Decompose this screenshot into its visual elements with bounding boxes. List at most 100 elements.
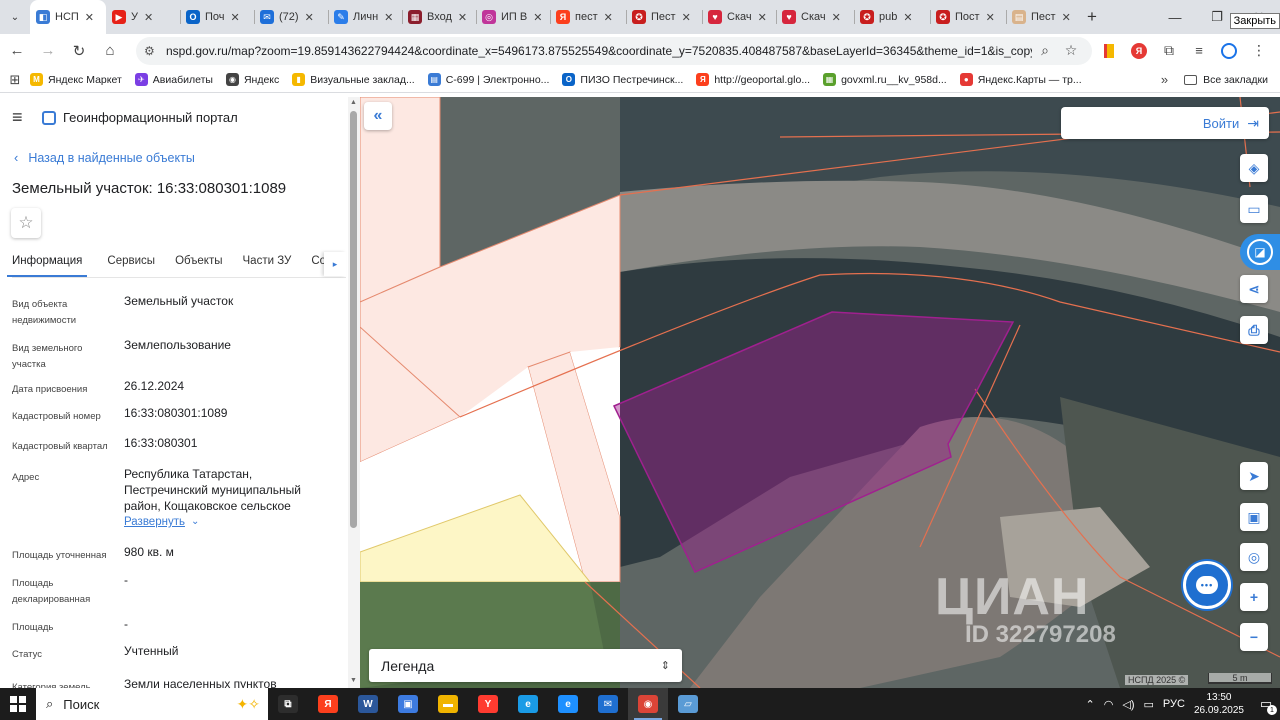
close-tab-icon[interactable]: ✕ — [604, 11, 613, 24]
wifi-icon[interactable]: ◠ — [1104, 698, 1114, 711]
tab-objects[interactable]: Объекты — [175, 252, 222, 277]
taskbar-app-button[interactable]: W — [348, 688, 388, 720]
back-to-results-link[interactable]: ‹ Назад в найденные объекты — [14, 150, 195, 165]
close-tab-icon[interactable]: ✕ — [458, 11, 467, 24]
taskbar-app-button[interactable]: Y — [468, 688, 508, 720]
new-tab-button[interactable]: + — [1078, 0, 1106, 34]
bookmark-item[interactable]: ▦ govxml.ru__kv_958d... — [823, 73, 947, 86]
battery-icon[interactable]: ▭ — [1144, 698, 1154, 711]
measure-button[interactable]: ▭ — [1240, 195, 1268, 223]
tab-parts[interactable]: Части ЗУ — [243, 252, 292, 277]
print-button[interactable]: ⎙ — [1240, 316, 1268, 344]
notifications-button[interactable]: ▭ 1 — [1252, 688, 1280, 720]
taskbar-app-button[interactable]: ⧉ — [268, 688, 308, 720]
site-info-icon[interactable]: ⚙ — [144, 44, 162, 58]
bookmark-item[interactable]: Яhttp://geoportal.glo... — [696, 73, 810, 86]
home-button[interactable]: ⌂ — [96, 37, 124, 65]
close-tab-icon[interactable]: ✕ — [85, 11, 94, 24]
close-tab-icon[interactable]: ✕ — [903, 11, 912, 24]
taskbar-app-button[interactable]: ▱ — [668, 688, 708, 720]
taskbar-app-button[interactable]: ▣ — [388, 688, 428, 720]
start-button[interactable] — [0, 688, 36, 720]
panel-scrollbar[interactable]: ▲ ▼ — [348, 97, 360, 688]
close-tab-icon[interactable]: ✕ — [144, 11, 153, 24]
close-tab-icon[interactable]: ✕ — [533, 11, 542, 24]
browser-tab[interactable]: ✪ Пест ✕ — [626, 0, 702, 34]
extension-flag-icon[interactable] — [1096, 38, 1122, 64]
close-tab-icon[interactable]: ✕ — [986, 11, 995, 24]
taskbar-search-box[interactable]: ⌕ Поиск ✦✧ — [36, 688, 268, 720]
bookmark-item[interactable]: ▤ С-699 | Электронно... — [427, 73, 549, 86]
bookmark-item[interactable]: ✈ Авиабилеты — [134, 73, 213, 86]
scrollbar-thumb[interactable] — [350, 111, 357, 528]
taskbar-app-button[interactable]: ▬ — [428, 688, 468, 720]
volume-icon[interactable]: ◁) — [1122, 698, 1134, 711]
url-text[interactable]: nspd.gov.ru/map?zoom=19.859143622794424&… — [166, 44, 1032, 58]
browser-tab[interactable]: ✪ pub ✕ — [854, 0, 930, 34]
apps-grid-icon[interactable]: ⊞ — [0, 72, 30, 88]
bookmark-star-icon[interactable]: ☆ — [1058, 42, 1084, 59]
screenshot-button[interactable]: ◪ — [1240, 234, 1280, 270]
browser-tab[interactable]: ♥ Скач ✕ — [776, 0, 854, 34]
browser-tab[interactable]: ✪ Пост ✕ — [930, 0, 1006, 34]
clock[interactable]: 13:50 26.09.2025 — [1194, 691, 1244, 717]
layers-button[interactable]: ◈ — [1240, 154, 1268, 182]
browser-tab[interactable]: ◧ НСП ✕ — [30, 0, 106, 34]
profile-icon[interactable] — [1216, 38, 1242, 64]
login-button[interactable]: Войти ⇥ — [1061, 107, 1269, 139]
browser-tab[interactable]: ♥ Скач ✕ — [702, 0, 776, 34]
close-tab-icon[interactable]: ✕ — [305, 11, 314, 24]
bookmark-item[interactable]: ◉ Яндекс — [225, 73, 279, 86]
chat-button[interactable]: ••• — [1183, 561, 1231, 609]
language-indicator[interactable]: РУС — [1163, 698, 1185, 710]
tab-search-button[interactable]: ⌄ — [0, 0, 30, 34]
browser-tab[interactable]: O Поч ✕ — [180, 0, 254, 34]
tray-chevron-up-icon[interactable]: ⌃ — [1086, 698, 1095, 711]
share-button[interactable]: ⋖ — [1240, 275, 1268, 303]
tab-services[interactable]: Сервисы — [107, 252, 155, 277]
minimize-button[interactable]: — — [1154, 0, 1196, 34]
zoom-search-icon[interactable]: ⌕ — [1032, 42, 1058, 59]
taskbar-app-button[interactable]: ✉ — [588, 688, 628, 720]
browser-tab[interactable]: ▶ У ✕ — [106, 0, 180, 34]
expand-address-link[interactable]: Развернуть ⌄ — [124, 514, 334, 530]
gps-button[interactable]: ◎ — [1240, 543, 1268, 571]
zoom-out-button[interactable]: − — [1240, 623, 1268, 651]
portal-title[interactable]: Геоинформационный портал — [63, 110, 238, 125]
scroll-up-arrow-icon[interactable]: ▲ — [350, 99, 357, 106]
all-bookmarks-button[interactable]: Все закладки — [1184, 74, 1268, 86]
bookmark-item[interactable]: ▮ Визуальные заклад... — [292, 73, 415, 86]
back-button[interactable]: ← — [3, 37, 31, 65]
collapse-panel-button[interactable]: « — [364, 102, 392, 130]
taskbar-app-button[interactable]: Я — [308, 688, 348, 720]
hamburger-menu-icon[interactable]: ≡ — [12, 107, 28, 128]
map-view[interactable]: « Войти ⇥ ◈ ▭ ◪ ⋖ ⎙ ➤ ▣ ◎ + − ••• ЦИАН I… — [360, 97, 1280, 688]
reload-button[interactable]: ↻ — [65, 37, 93, 65]
close-tab-icon[interactable]: ✕ — [1062, 11, 1071, 24]
minimap-button[interactable]: ▣ — [1240, 503, 1268, 531]
yandex-extension-icon[interactable]: Я — [1126, 38, 1152, 64]
browser-tab[interactable]: ✉ (72) ✕ — [254, 0, 328, 34]
browser-tab[interactable]: ◎ ИП В ✕ — [476, 0, 550, 34]
geolocation-button[interactable]: ➤ — [1240, 462, 1268, 490]
bookmark-item[interactable]: O ПИЗО Пестречинск... — [562, 73, 683, 86]
close-tab-icon[interactable]: ✕ — [231, 11, 240, 24]
close-tab-icon[interactable]: ✕ — [832, 11, 841, 24]
close-tab-icon[interactable]: ✕ — [758, 11, 767, 24]
bookmark-item[interactable]: ● Яндекс.Карты — тр... — [959, 73, 1082, 86]
extensions-puzzle-icon[interactable]: ⧉ — [1156, 38, 1182, 64]
scroll-down-arrow-icon[interactable]: ▼ — [350, 677, 357, 684]
browser-tab[interactable]: ▦ Вход ✕ — [402, 0, 476, 34]
tabs-scroll-right-button[interactable]: ▸ — [324, 252, 346, 276]
address-bar[interactable]: ⚙ nspd.gov.ru/map?zoom=19.85914362279442… — [136, 36, 1092, 65]
browser-tab[interactable]: ▤ Пест ✕ — [1006, 0, 1078, 34]
forward-button[interactable]: → — [34, 37, 62, 65]
browser-tab[interactable]: Япест ✕ — [550, 0, 626, 34]
close-tab-icon[interactable]: ✕ — [384, 11, 393, 24]
browser-tab[interactable]: ✎ Личн ✕ — [328, 0, 402, 34]
tab-information[interactable]: Информация — [7, 252, 88, 277]
browser-menu-icon[interactable]: ⋮ — [1246, 38, 1272, 64]
close-tab-icon[interactable]: ✕ — [682, 11, 691, 24]
bookmark-item[interactable]: M Яндекс Маркет — [30, 73, 122, 86]
taskbar-app-button[interactable]: e — [548, 688, 588, 720]
